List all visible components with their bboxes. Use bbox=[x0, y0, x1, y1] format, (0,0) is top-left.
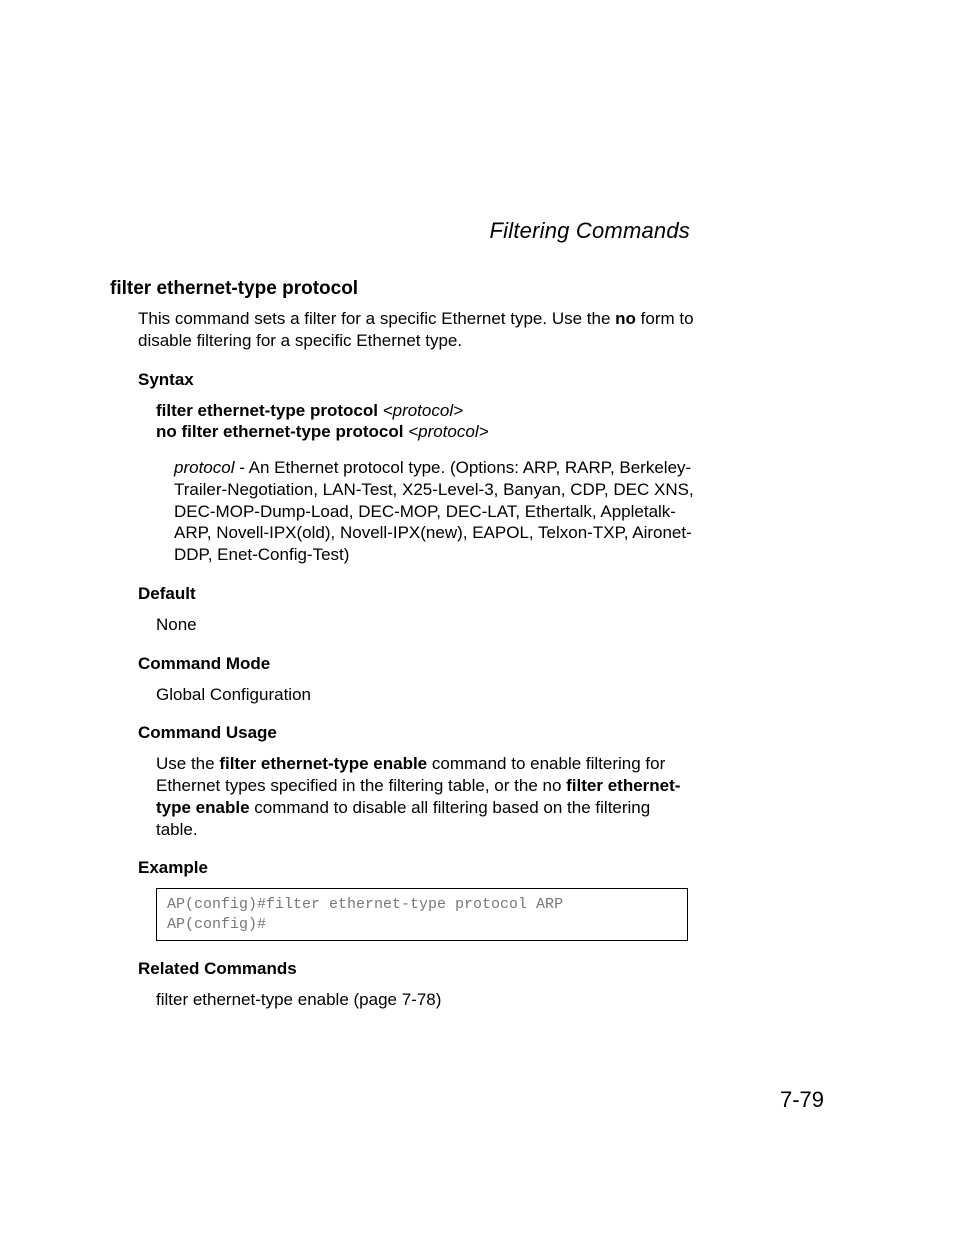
intro-text-1: This command sets a filter for a specifi… bbox=[138, 309, 615, 328]
command-mode-heading: Command Mode bbox=[138, 654, 810, 674]
usage-pre1: Use the bbox=[156, 754, 219, 773]
command-usage-heading: Command Usage bbox=[138, 723, 810, 743]
section-header: Filtering Commands bbox=[110, 218, 810, 244]
command-mode-value: Global Configuration bbox=[156, 684, 810, 706]
page: Filtering Commands filter ethernet-type … bbox=[0, 0, 954, 1235]
syntax-line1-bold: filter ethernet-type protocol bbox=[156, 401, 383, 420]
syntax-heading: Syntax bbox=[138, 370, 810, 390]
section-title-text: Filtering Commands bbox=[490, 218, 690, 243]
example-heading: Example bbox=[138, 858, 810, 878]
related-text: filter ethernet-type enable (page 7-78) bbox=[156, 989, 810, 1011]
command-title: filter ethernet-type protocol bbox=[110, 278, 810, 300]
default-heading: Default bbox=[138, 584, 810, 604]
syntax-desc-text: - An Ethernet protocol type. (Options: A… bbox=[174, 458, 694, 564]
syntax-line-1: filter ethernet-type protocol <protocol> bbox=[156, 400, 696, 422]
syntax-lines: filter ethernet-type protocol <protocol>… bbox=[156, 400, 696, 444]
content-area: Filtering Commands filter ethernet-type … bbox=[110, 218, 810, 1029]
syntax-line1-italic: <protocol> bbox=[383, 401, 463, 420]
syntax-line2-italic: <protocol> bbox=[408, 422, 488, 441]
command-title-text: filter ethernet-type protocol bbox=[110, 278, 358, 299]
syntax-line2-bold: no filter ethernet-type protocol bbox=[156, 422, 408, 441]
example-codebox: AP(config)#filter ethernet-type protocol… bbox=[156, 888, 688, 941]
default-value: None bbox=[156, 614, 810, 636]
intro-no-word: no bbox=[615, 309, 636, 328]
syntax-desc-term: protocol bbox=[174, 458, 234, 477]
related-heading: Related Commands bbox=[138, 959, 810, 979]
command-usage-text: Use the filter ethernet-type enable comm… bbox=[156, 753, 696, 840]
syntax-line-2: no filter ethernet-type protocol <protoc… bbox=[156, 421, 696, 443]
usage-bold1: filter ethernet-type enable bbox=[219, 754, 427, 773]
intro-paragraph: This command sets a filter for a specifi… bbox=[138, 308, 698, 352]
page-number: 7-79 bbox=[780, 1087, 824, 1113]
syntax-description: protocol - An Ethernet protocol type. (O… bbox=[174, 457, 694, 566]
